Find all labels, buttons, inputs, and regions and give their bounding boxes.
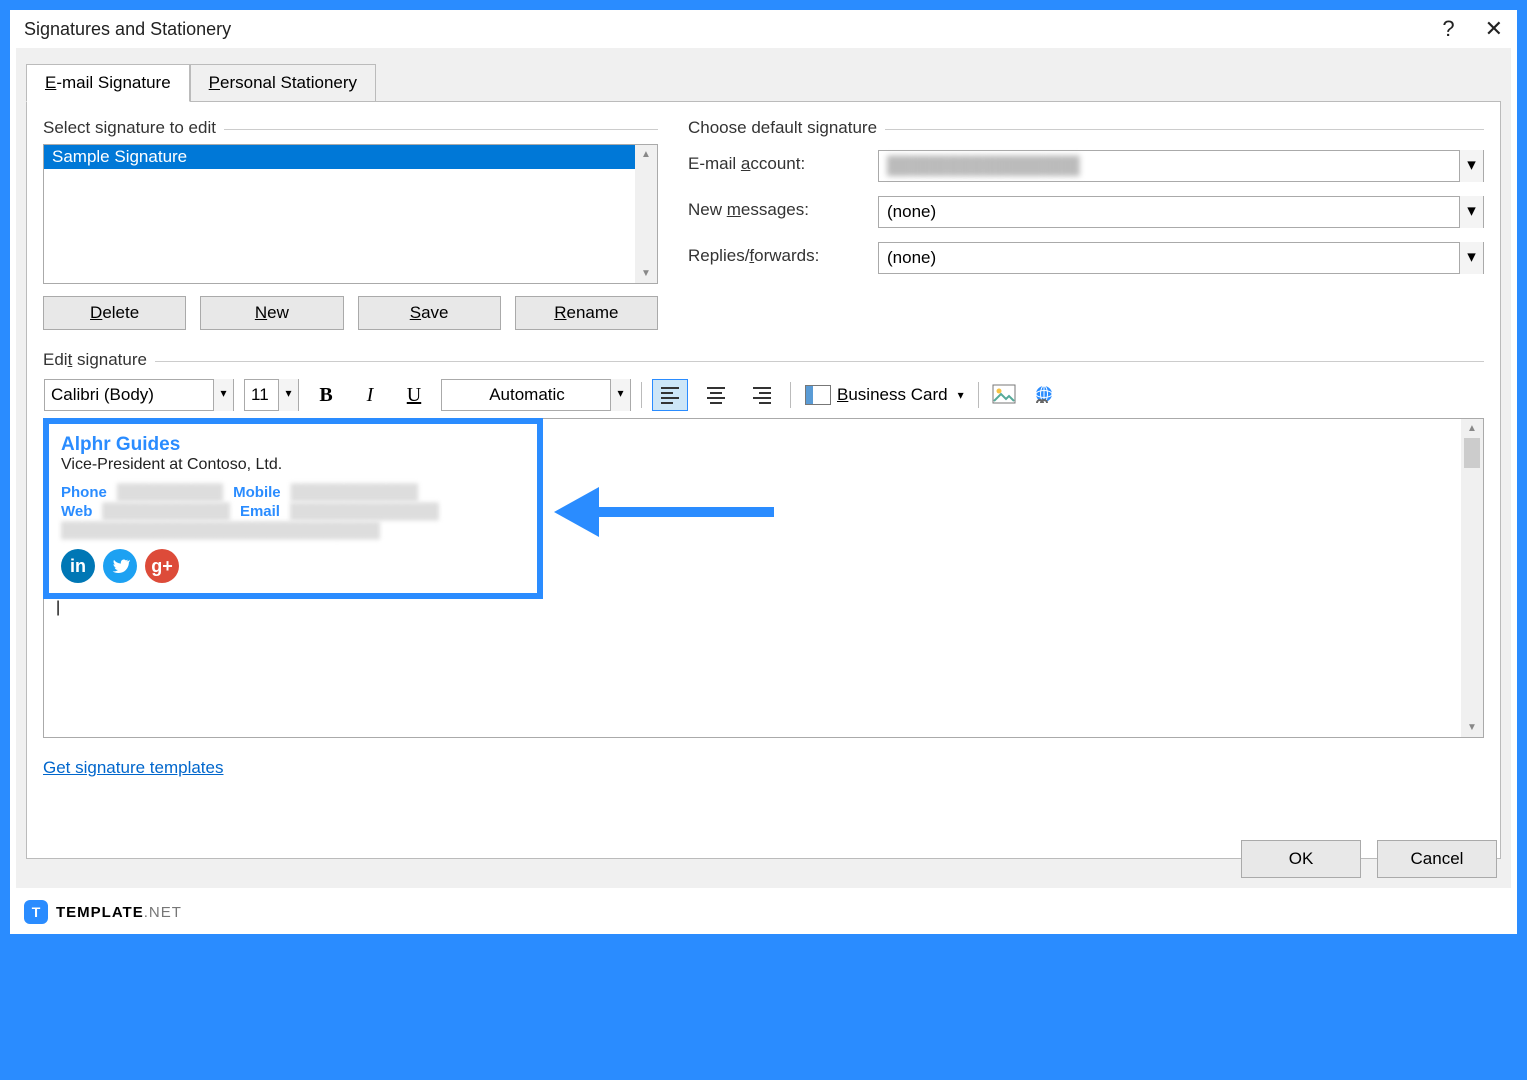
signature-highlight-box: Alphr Guides Vice-President at Contoso, … <box>43 418 543 599</box>
dialog-content: E-mail Signature Personal Stationery Sel… <box>16 48 1511 888</box>
font-color-select[interactable]: Automatic▾ <box>441 379 631 411</box>
insert-hyperlink-button[interactable] <box>1029 380 1059 410</box>
editor-scrollbar[interactable]: ▲ ▼ <box>1461 419 1483 737</box>
editor-cursor: | <box>56 599 1461 617</box>
select-signature-group: Select signature to edit Sample Signatur… <box>43 118 658 330</box>
rename-button[interactable]: Rename <box>515 296 658 330</box>
default-signature-legend: Choose default signature <box>688 118 885 137</box>
titlebar: Signatures and Stationery ? ✕ <box>10 10 1517 48</box>
mobile-value: ████████████ <box>291 484 419 501</box>
new-messages-select[interactable]: (none) ▾ <box>878 196 1484 228</box>
chevron-down-icon[interactable]: ▾ <box>1459 196 1483 228</box>
replies-forwards-label: Replies/forwards: <box>688 242 868 274</box>
toolbar-separator <box>978 382 979 408</box>
phone-value: ██████████ <box>117 484 223 501</box>
chevron-down-icon[interactable]: ▾ <box>610 379 630 411</box>
business-card-icon <box>805 385 831 405</box>
replies-forwards-select[interactable]: (none) ▾ <box>878 242 1484 274</box>
chevron-down-icon[interactable]: ▾ <box>213 379 233 411</box>
signature-job-title: Vice-President at Contoso, Ltd. <box>61 456 525 474</box>
address-value: ██████████████████████████████ <box>61 522 380 539</box>
linkedin-icon[interactable]: in <box>61 549 95 583</box>
signature-name: Alphr Guides <box>61 434 525 456</box>
ok-button[interactable]: OK <box>1241 840 1361 878</box>
scroll-thumb[interactable] <box>1464 438 1480 468</box>
delete-button[interactable]: Delete <box>43 296 186 330</box>
default-signature-group: Choose default signature E-mail account:… <box>688 118 1484 330</box>
web-label: Web <box>61 503 92 520</box>
email-value: ██████████████ <box>290 503 439 520</box>
new-messages-label: New messages: <box>688 196 868 228</box>
edit-signature-legend: Edit signature <box>43 350 155 369</box>
googleplus-icon[interactable]: g+ <box>145 549 179 583</box>
signature-listbox[interactable]: Sample Signature ▲ ▼ <box>43 144 658 284</box>
business-card-button[interactable]: Business Card▾ <box>801 383 968 407</box>
font-size-select[interactable]: 11▾ <box>244 379 299 411</box>
footer-brand: TEMPLATE.NET <box>56 904 182 921</box>
scroll-down-icon[interactable]: ▼ <box>641 268 651 279</box>
tab-strip: E-mail Signature Personal Stationery <box>16 48 1511 102</box>
bold-button[interactable]: B <box>309 379 343 411</box>
phone-label: Phone <box>61 484 107 501</box>
italic-button[interactable]: I <box>353 379 387 411</box>
web-value: ████████████ <box>102 503 230 520</box>
email-label: Email <box>240 503 280 520</box>
tab-personal-stationery[interactable]: Personal Stationery <box>190 64 376 102</box>
close-icon[interactable]: ✕ <box>1485 16 1503 42</box>
tab-panel: Select signature to edit Sample Signatur… <box>26 101 1501 859</box>
cancel-button[interactable]: Cancel <box>1377 840 1497 878</box>
signature-editor[interactable]: Alphr Guides Vice-President at Contoso, … <box>43 418 1484 738</box>
scroll-up-icon[interactable]: ▲ <box>641 149 651 160</box>
page-footer: T TEMPLATE.NET <box>10 890 1517 934</box>
underline-button[interactable]: U <box>397 379 431 411</box>
select-signature-legend: Select signature to edit <box>43 118 224 137</box>
chevron-down-icon[interactable]: ▾ <box>278 379 298 411</box>
save-button[interactable]: Save <box>358 296 501 330</box>
listbox-scrollbar[interactable]: ▲ ▼ <box>635 145 657 283</box>
toolbar-separator <box>790 382 791 408</box>
get-templates-link[interactable]: Get signature templates <box>43 758 223 778</box>
tab-email-signature[interactable]: E-mail Signature <box>26 64 190 102</box>
align-right-button[interactable] <box>744 379 780 411</box>
email-account-label: E-mail account: <box>688 150 868 182</box>
help-icon[interactable]: ? <box>1442 16 1454 42</box>
editor-toolbar: Calibri (Body)▾ 11▾ B I U Automatic▾ Bus… <box>43 378 1484 412</box>
footer-logo-icon: T <box>24 900 48 924</box>
mobile-label: Mobile <box>233 484 281 501</box>
dialog-title: Signatures and Stationery <box>24 19 1442 40</box>
insert-picture-button[interactable] <box>989 380 1019 410</box>
twitter-icon[interactable] <box>103 549 137 583</box>
chevron-down-icon[interactable]: ▾ <box>1459 150 1483 182</box>
dialog-window: Signatures and Stationery ? ✕ E-mail Sig… <box>10 10 1517 890</box>
align-center-button[interactable] <box>698 379 734 411</box>
scroll-down-icon[interactable]: ▼ <box>1467 722 1477 733</box>
new-button[interactable]: New <box>200 296 343 330</box>
scroll-up-icon[interactable]: ▲ <box>1467 423 1477 434</box>
toolbar-separator <box>641 382 642 408</box>
email-account-select[interactable]: ████████████████ ▾ <box>878 150 1484 182</box>
list-item[interactable]: Sample Signature <box>44 145 635 169</box>
align-left-button[interactable] <box>652 379 688 411</box>
font-select[interactable]: Calibri (Body)▾ <box>44 379 234 411</box>
chevron-down-icon[interactable]: ▾ <box>1459 242 1483 274</box>
